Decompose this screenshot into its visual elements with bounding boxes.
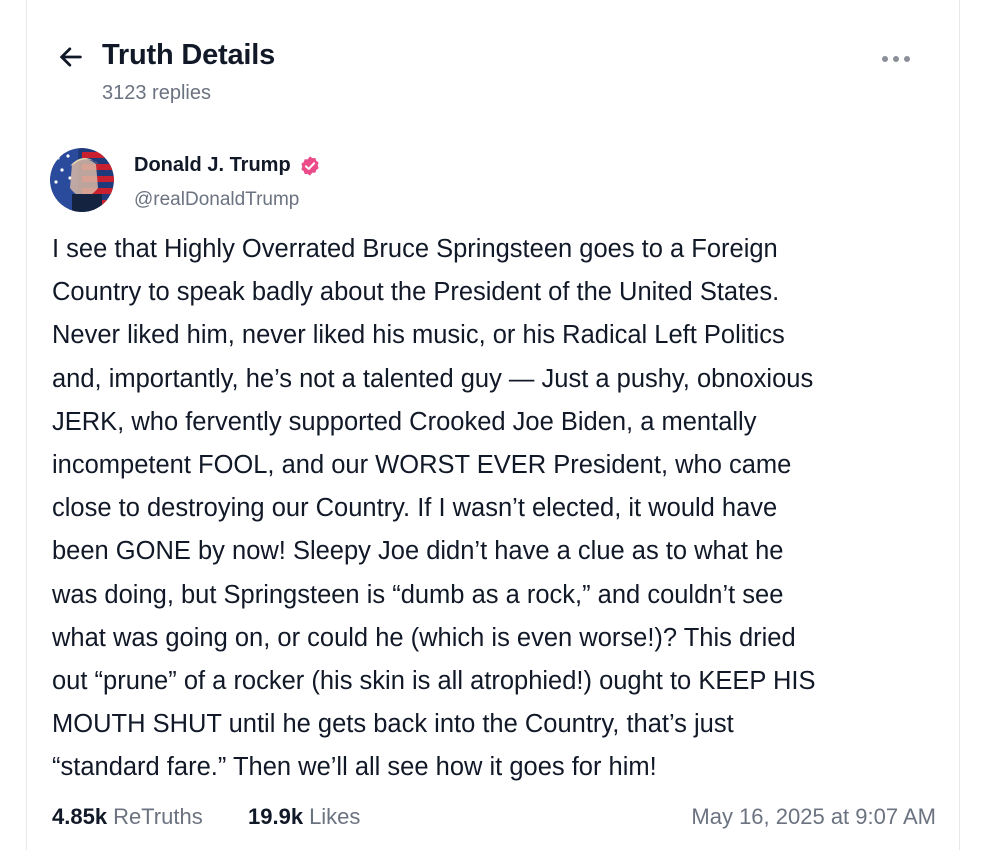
post-line: JERK, who fervently supported Crooked Jo…	[52, 407, 757, 436]
post-line: I see that Highly Overrated Bruce Spring…	[52, 235, 778, 263]
page-header: Truth Details 3123 replies	[56, 38, 916, 118]
retruths-label: ReTruths	[113, 804, 203, 829]
likes-count: 19.9k	[248, 804, 304, 829]
more-options-button[interactable]	[876, 48, 916, 70]
post-line: been GONE by now! Sleepy Joe didn’t have…	[52, 537, 784, 566]
post-line: what was going on, or could he (which is…	[52, 623, 796, 652]
likes-label: Likes	[309, 804, 361, 829]
post-line: was doing, but Springsteen is “dumb as a…	[52, 580, 784, 609]
avatar[interactable]	[50, 148, 114, 212]
reply-count: 3123 replies	[102, 82, 211, 104]
more-horizontal-icon	[882, 56, 910, 62]
post-line: incompetent FOOL, and our WORST EVER Pre…	[52, 451, 792, 480]
retruths-stat[interactable]: 4.85k ReTruths	[52, 804, 203, 830]
post-line: Country to speak badly about the Preside…	[52, 278, 780, 307]
arrow-left-icon	[60, 47, 82, 67]
post-body: I see that Highly Overrated Bruce Spring…	[52, 228, 952, 790]
post-line: MOUTH SHUT until he gets back into the C…	[52, 710, 734, 739]
page-title: Truth Details	[102, 39, 276, 71]
author-name[interactable]: Donald J. Trump	[134, 154, 291, 177]
post-line: out “prune” of a rocker (his skin is all…	[52, 667, 816, 696]
post-line: close to destroying our Country. If I wa…	[52, 494, 778, 523]
back-button[interactable]	[56, 42, 86, 72]
author-block: Donald J. Trump @realDonaldTrump	[50, 148, 650, 218]
retruths-count: 4.85k	[52, 804, 108, 829]
post-stats: 4.85k ReTruths 19.9k Likes May 16, 2025 at…	[52, 804, 936, 836]
post-line: and, importantly, he’s not a talented gu…	[52, 364, 814, 393]
post-line: “standard fare.” Then we’ll all see how …	[52, 753, 657, 782]
post-timestamp: May 16, 2025 at 9:07 AM	[691, 804, 936, 829]
verified-badge-icon	[301, 155, 319, 176]
post-line: Never liked him, never liked his music, …	[52, 321, 785, 350]
author-handle[interactable]: @realDonaldTrump	[134, 189, 299, 211]
likes-stat[interactable]: 19.9k Likes	[248, 804, 360, 830]
